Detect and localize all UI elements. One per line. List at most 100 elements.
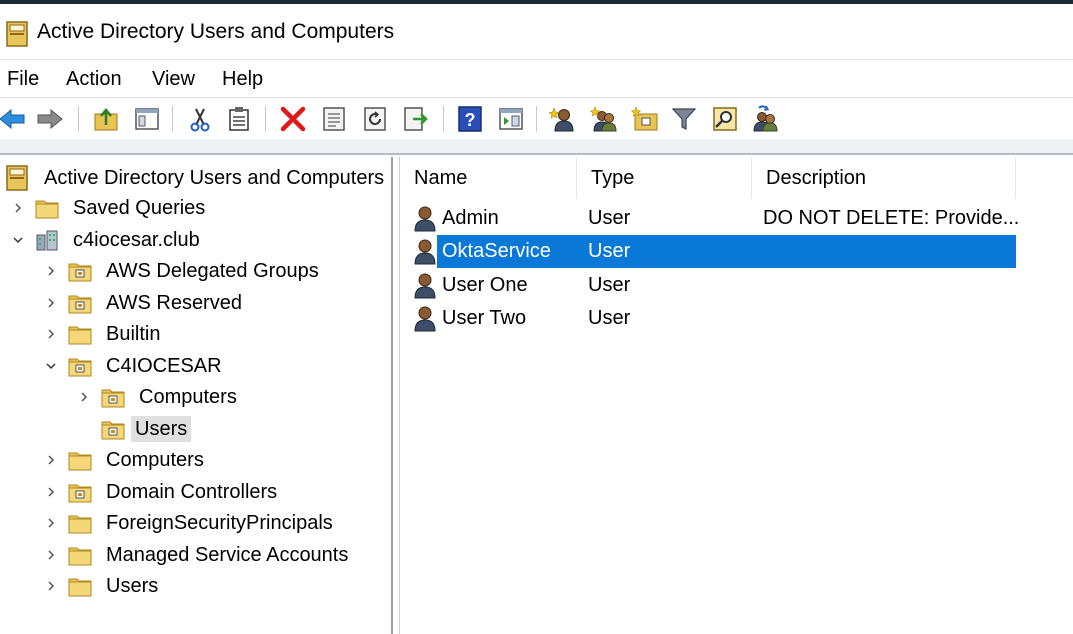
find-button[interactable] xyxy=(709,103,741,135)
tree-item-label: Saved Queries xyxy=(73,197,206,219)
title-bar: Active Directory Users and Computers xyxy=(0,4,1073,60)
tree-item-aws-delegated-groups[interactable]: AWS Delegated Groups xyxy=(42,256,323,286)
new-user-icon xyxy=(549,107,574,132)
new-ou-icon xyxy=(631,106,658,131)
tree-item-domain[interactable]: c4iocesar.club xyxy=(9,225,204,255)
show-hide-console-tree-button[interactable] xyxy=(131,103,163,135)
cut-icon xyxy=(190,108,210,132)
menu-help[interactable]: Help xyxy=(222,66,263,92)
user-icon xyxy=(412,272,438,299)
tree-item-c4iocesar-users[interactable]: Users xyxy=(75,414,192,444)
find-icon xyxy=(713,107,737,131)
folder-icon xyxy=(68,544,92,566)
toolbar-separator xyxy=(265,106,266,132)
list-row-user-one[interactable]: User One User xyxy=(410,269,1016,302)
tree-item-label: c4iocesar.club xyxy=(73,229,200,251)
toolbar-separator xyxy=(78,106,79,132)
svg-text:?: ? xyxy=(465,110,476,130)
show-action-pane-button[interactable] xyxy=(495,103,527,135)
folder-icon xyxy=(35,197,59,219)
tree-item-builtin[interactable]: Builtin xyxy=(42,319,164,349)
menu-bar: File Action View Help xyxy=(0,61,1073,97)
chevron-down-icon[interactable] xyxy=(42,357,60,375)
forward-arrow-icon xyxy=(37,108,63,130)
chevron-right-icon[interactable] xyxy=(42,546,60,564)
refresh-button[interactable] xyxy=(359,103,391,135)
delete-button[interactable] xyxy=(277,103,309,135)
menu-action[interactable]: Action xyxy=(66,66,122,92)
chevron-right-icon[interactable] xyxy=(42,294,60,312)
tree-item-label: Active Directory Users and Computers xyxy=(44,167,385,189)
tree-item-label: Domain Controllers xyxy=(106,481,278,503)
ou-icon xyxy=(68,260,92,282)
domain-icon xyxy=(35,229,59,251)
tree-item-label: AWS Delegated Groups xyxy=(106,260,319,282)
help-icon: ? xyxy=(458,106,482,132)
tree-item-label: Computers xyxy=(139,386,237,408)
properties-button[interactable] xyxy=(318,103,350,135)
list-row-oktaservice[interactable]: OktaService User xyxy=(410,235,1016,268)
ou-icon xyxy=(68,481,92,503)
new-group-button[interactable] xyxy=(588,103,620,135)
tree-item-c4iocesar-computers[interactable]: Computers xyxy=(75,382,241,412)
ou-icon xyxy=(68,355,92,377)
tree-item-label: AWS Reserved xyxy=(106,292,242,314)
chevron-down-icon[interactable] xyxy=(9,231,27,249)
column-header-name[interactable]: Name xyxy=(400,157,577,199)
properties-icon xyxy=(323,107,345,131)
new-ou-button[interactable] xyxy=(629,103,661,135)
aduc-root-icon xyxy=(6,165,28,191)
chevron-right-icon[interactable] xyxy=(42,325,60,343)
up-folder-icon xyxy=(94,108,118,131)
menu-file[interactable]: File xyxy=(7,66,39,92)
tree-item-aws-reserved[interactable]: AWS Reserved xyxy=(42,288,246,318)
forward-button[interactable] xyxy=(34,103,66,135)
toolbar-separator xyxy=(172,106,173,132)
add-to-group-button[interactable] xyxy=(749,103,781,135)
paste-button[interactable] xyxy=(223,103,255,135)
menu-view[interactable]: View xyxy=(152,66,195,92)
chevron-right-icon[interactable] xyxy=(42,451,60,469)
column-header-type[interactable]: Type xyxy=(577,157,752,199)
tree-item-saved-queries[interactable]: Saved Queries xyxy=(9,193,209,223)
tree-item-computers[interactable]: Computers xyxy=(42,445,208,475)
folder-icon xyxy=(68,512,92,534)
column-header-description[interactable]: Description xyxy=(752,157,1016,199)
cell-type: User xyxy=(588,307,631,329)
chevron-right-icon[interactable] xyxy=(42,577,60,595)
tree-item-foreign-security-principals[interactable]: ForeignSecurityPrincipals xyxy=(42,508,337,538)
tree-item-c4iocesar[interactable]: C4IOCESAR xyxy=(42,351,226,381)
chevron-right-icon[interactable] xyxy=(9,199,27,217)
console-tree[interactable]: Active Directory Users and Computers Sav… xyxy=(0,157,393,634)
cell-name: OktaService xyxy=(442,240,551,262)
back-arrow-icon xyxy=(0,108,25,130)
window-title: Active Directory Users and Computers xyxy=(37,20,395,43)
tree-item-label: Managed Service Accounts xyxy=(106,544,349,566)
toolbar: ? xyxy=(0,97,1073,139)
help-button[interactable]: ? xyxy=(454,103,486,135)
user-icon xyxy=(412,205,438,232)
back-button[interactable] xyxy=(0,103,28,135)
new-user-button[interactable] xyxy=(547,103,579,135)
cut-button[interactable] xyxy=(184,103,216,135)
list-row-user-two[interactable]: User Two User xyxy=(410,302,1016,335)
results-list[interactable]: Name Type Description Admin User DO NOT … xyxy=(399,157,1073,634)
chevron-right-icon[interactable] xyxy=(75,388,93,406)
chevron-right-icon[interactable] xyxy=(42,514,60,532)
tree-item-users[interactable]: Users xyxy=(42,571,162,601)
chevron-right-icon[interactable] xyxy=(42,262,60,280)
tree-root[interactable]: Active Directory Users and Computers xyxy=(6,163,388,193)
chevron-right-icon[interactable] xyxy=(42,483,60,501)
list-row-admin[interactable]: Admin User DO NOT DELETE: Provide... xyxy=(410,202,1020,235)
export-list-button[interactable] xyxy=(399,103,431,135)
cell-name: Admin xyxy=(442,207,499,229)
cell-description: DO NOT DELETE: Provide... xyxy=(763,207,1020,229)
up-one-level-button[interactable] xyxy=(90,103,122,135)
ou-icon xyxy=(68,292,92,314)
tree-item-domain-controllers[interactable]: Domain Controllers xyxy=(42,477,281,507)
filter-button[interactable] xyxy=(668,103,700,135)
user-icon xyxy=(412,238,438,265)
tree-item-label: Users xyxy=(131,416,192,442)
tree-item-managed-service-accounts[interactable]: Managed Service Accounts xyxy=(42,540,352,570)
